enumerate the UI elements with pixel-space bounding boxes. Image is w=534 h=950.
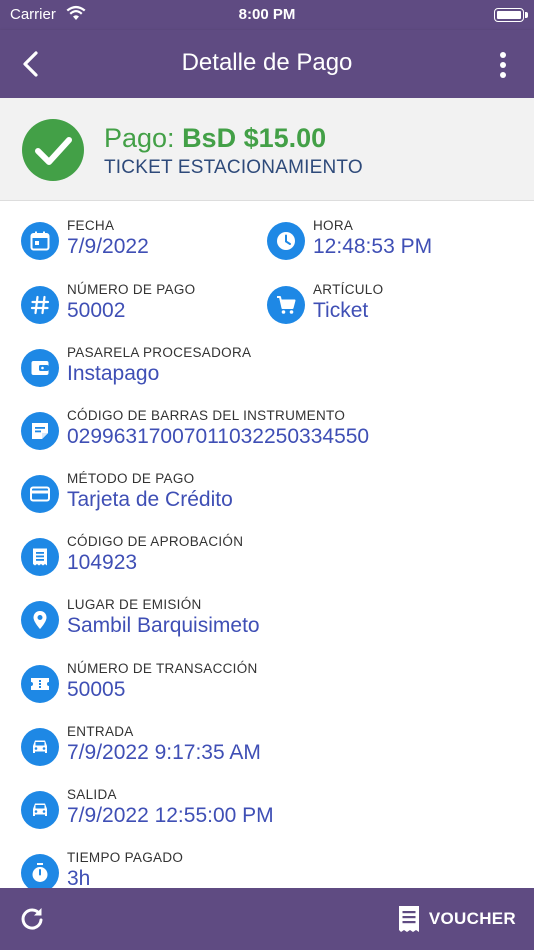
field-value: 7/9/2022 9:17:35 AM xyxy=(67,741,261,764)
field-value: 3h xyxy=(67,867,91,888)
field-label: CÓDIGO DE APROBACIÓN xyxy=(67,534,244,549)
field-label: FECHA xyxy=(67,218,115,233)
payment-summary: Pago: BsD $15.00 TICKET ESTACIONAMIENTO xyxy=(0,98,534,201)
status-time: 8:00 PM xyxy=(238,6,296,23)
field-label: ARTÍCULO xyxy=(313,282,384,297)
field-label: NÚMERO DE TRANSACCIÓN xyxy=(67,661,258,676)
battery-icon xyxy=(494,8,524,22)
hash-icon xyxy=(21,286,59,324)
more-options-button[interactable] xyxy=(488,48,518,82)
field-label: LUGAR DE EMISIÓN xyxy=(67,597,202,612)
timer-icon xyxy=(21,854,59,888)
payment-amount: Pago: BsD $15.00 xyxy=(104,123,326,154)
field-label: SALIDA xyxy=(67,787,117,802)
car-icon xyxy=(21,791,59,829)
field-value: 50005 xyxy=(67,678,126,701)
field-value: Ticket xyxy=(313,299,369,322)
field-label: TIEMPO PAGADO xyxy=(67,850,184,865)
check-circle-icon xyxy=(22,119,84,181)
field-value: 7/9/2022 12:55:00 PM xyxy=(67,804,274,827)
field-value: Instapago xyxy=(67,362,160,385)
location-pin-icon xyxy=(21,601,59,639)
field-value: Sambil Barquisimeto xyxy=(67,614,260,637)
more-vert-icon xyxy=(500,52,506,78)
payment-details-list[interactable]: FECHA 7/9/2022 HORA 12:48:53 PM NÚMERO D… xyxy=(0,201,534,888)
cart-icon xyxy=(267,286,305,324)
battery-tip xyxy=(525,12,528,18)
field-value: 50002 xyxy=(67,299,126,322)
app-bar: Detalle de Pago xyxy=(0,30,534,98)
ticket-icon xyxy=(21,665,59,703)
field-value: 02996317007011032250334550 xyxy=(67,425,370,448)
refresh-icon xyxy=(21,908,43,930)
field-value: 7/9/2022 xyxy=(67,235,149,258)
clock-icon xyxy=(267,222,305,260)
receipt-icon xyxy=(398,906,419,932)
field-label: ENTRADA xyxy=(67,724,134,739)
page-title: Detalle de Pago xyxy=(181,49,353,76)
wallet-icon xyxy=(21,349,59,387)
bottom-bar: VOUCHER xyxy=(0,888,534,950)
field-label: HORA xyxy=(313,218,354,233)
calendar-icon xyxy=(21,222,59,260)
credit-card-icon xyxy=(21,475,59,513)
refresh-button[interactable] xyxy=(16,903,48,935)
field-label: MÉTODO DE PAGO xyxy=(67,471,195,486)
voucher-button[interactable]: VOUCHER xyxy=(397,903,516,935)
car-icon xyxy=(21,728,59,766)
field-value: 12:48:53 PM xyxy=(313,235,433,258)
field-label: CÓDIGO DE BARRAS DEL INSTRUMENTO xyxy=(67,408,346,423)
amount-prefix: Pago: xyxy=(104,123,183,153)
field-label: PASARELA PROCESADORA xyxy=(67,345,252,360)
status-bar: Carrier 8:00 PM xyxy=(0,0,534,30)
field-value: 104923 xyxy=(67,551,138,574)
amount-value: BsD $15.00 xyxy=(182,123,327,153)
payment-type: TICKET ESTACIONAMIENTO xyxy=(104,157,363,178)
field-label: NÚMERO DE PAGO xyxy=(67,282,196,297)
receipt-icon xyxy=(21,538,59,576)
voucher-label: VOUCHER xyxy=(428,909,516,928)
note-icon xyxy=(21,412,59,450)
field-value: Tarjeta de Crédito xyxy=(67,488,233,511)
